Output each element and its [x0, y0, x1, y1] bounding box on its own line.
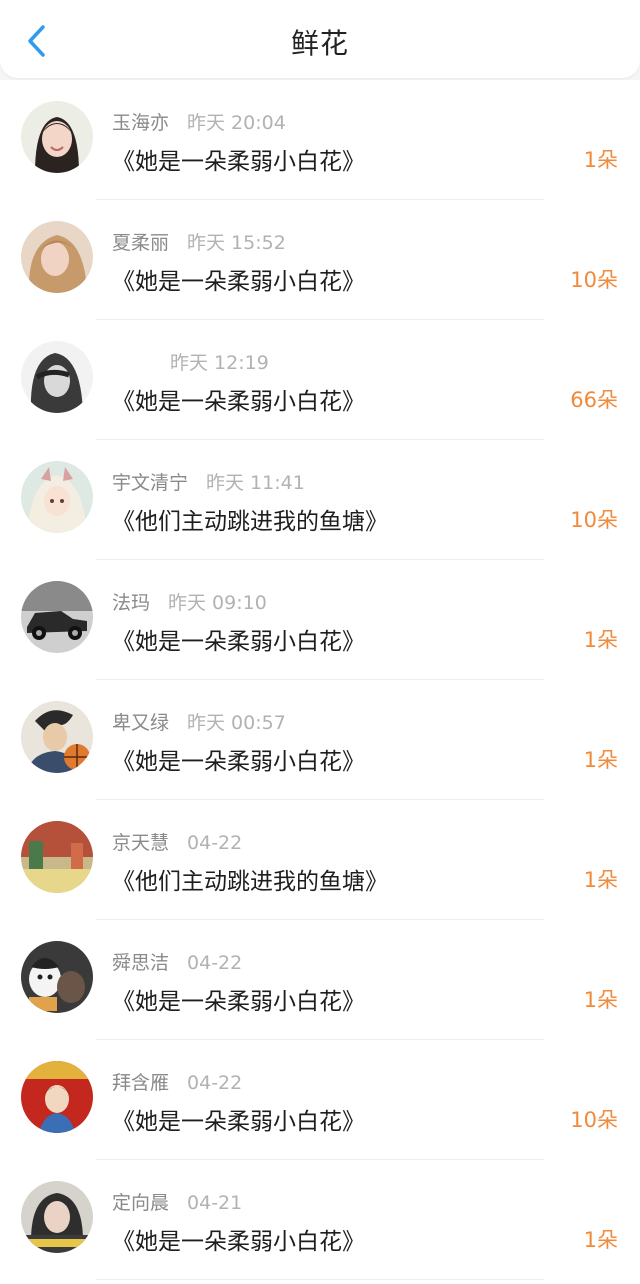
flower-count: 1朵	[583, 148, 618, 172]
sender-name: 拜含雁	[112, 1072, 170, 1094]
sender-meta: 京天慧 04-22	[112, 828, 242, 855]
flower-count: 1朵	[583, 868, 618, 892]
list-item[interactable]: 京天慧 04-22 《他们主动跳进我的鱼塘》 1朵	[0, 800, 640, 920]
divider	[96, 1279, 544, 1280]
sender-meta: 夏柔丽 昨天 15:52	[112, 228, 286, 255]
flower-count: 1朵	[583, 748, 618, 772]
list-item[interactable]: 玉海亦 昨天 20:04 《她是一朵柔弱小白花》 1朵	[0, 80, 640, 200]
flower-count: 66朵	[570, 388, 618, 412]
flower-count: 10朵	[570, 268, 618, 292]
avatar[interactable]	[21, 101, 93, 173]
list-item[interactable]: 拜含雁 04-22 《她是一朵柔弱小白花》 10朵	[0, 1040, 640, 1160]
sender-name: 玉海亦	[112, 112, 170, 134]
sender-meta: 定向晨 04-21	[112, 1188, 242, 1215]
list-item[interactable]: 宇文清宁 昨天 11:41 《他们主动跳进我的鱼塘》 10朵	[0, 440, 640, 560]
avatar[interactable]	[21, 341, 93, 413]
sender-meta: 宇文清宁 昨天 11:41	[112, 468, 305, 495]
book-title[interactable]: 《他们主动跳进我的鱼塘》	[112, 502, 388, 536]
avatar[interactable]	[21, 1181, 93, 1253]
send-time: 04-21	[187, 1192, 243, 1214]
sender-meta: 法玛 昨天 09:10	[112, 588, 267, 615]
book-title[interactable]: 《她是一朵柔弱小白花》	[112, 622, 365, 656]
book-title[interactable]: 《她是一朵柔弱小白花》	[112, 982, 365, 1016]
sender-name: 定向晨	[112, 1192, 170, 1214]
list-item[interactable]: 卑又绿 昨天 00:57 《她是一朵柔弱小白花》 1朵	[0, 680, 640, 800]
book-title[interactable]: 《她是一朵柔弱小白花》	[112, 1102, 365, 1136]
avatar[interactable]	[21, 821, 93, 893]
avatar[interactable]	[21, 1061, 93, 1133]
flower-count: 1朵	[583, 988, 618, 1012]
list-item[interactable]: 昨天 12:19 《她是一朵柔弱小白花》 66朵	[0, 320, 640, 440]
send-time: 昨天 11:41	[206, 472, 305, 494]
flower-count: 1朵	[583, 1228, 618, 1252]
sender-meta: 昨天 12:19	[112, 348, 269, 375]
sender-meta: 舜思洁 04-22	[112, 948, 242, 975]
avatar[interactable]	[21, 701, 93, 773]
sender-meta: 卑又绿 昨天 00:57	[112, 708, 286, 735]
sender-name: 京天慧	[112, 832, 170, 854]
sender-meta: 玉海亦 昨天 20:04	[112, 108, 286, 135]
sender-name: 卑又绿	[112, 712, 170, 734]
sender-name: 夏柔丽	[112, 232, 170, 254]
send-time: 昨天 15:52	[187, 232, 286, 254]
send-time: 昨天 20:04	[187, 112, 286, 134]
sender-name: 法玛	[112, 592, 151, 614]
list-item[interactable]: 夏柔丽 昨天 15:52 《她是一朵柔弱小白花》 10朵	[0, 200, 640, 320]
send-time: 04-22	[187, 832, 243, 854]
avatar[interactable]	[21, 221, 93, 293]
sender-name: 宇文清宁	[112, 472, 189, 494]
flower-count: 10朵	[570, 1108, 618, 1132]
book-title[interactable]: 《他们主动跳进我的鱼塘》	[112, 862, 388, 896]
sender-meta: 拜含雁 04-22	[112, 1068, 242, 1095]
avatar[interactable]	[21, 461, 93, 533]
page-title: 鲜花	[290, 27, 349, 60]
top-nav-bar: 鲜花	[0, 0, 640, 78]
list-item[interactable]: 定向晨 04-21 《她是一朵柔弱小白花》 1朵	[0, 1160, 640, 1280]
book-title[interactable]: 《她是一朵柔弱小白花》	[112, 382, 365, 416]
book-title[interactable]: 《她是一朵柔弱小白花》	[112, 1222, 365, 1256]
send-time: 昨天 12:19	[170, 352, 269, 374]
book-title[interactable]: 《她是一朵柔弱小白花》	[112, 262, 365, 296]
flower-list: 玉海亦 昨天 20:04 《她是一朵柔弱小白花》 1朵 夏柔丽 昨天 15:52 《…	[0, 80, 640, 1284]
send-time: 04-22	[187, 1072, 243, 1094]
flower-count: 10朵	[570, 508, 618, 532]
list-item[interactable]: 舜思洁 04-22 《她是一朵柔弱小白花》 1朵	[0, 920, 640, 1040]
book-title[interactable]: 《她是一朵柔弱小白花》	[112, 742, 365, 776]
avatar[interactable]	[21, 581, 93, 653]
send-time: 04-22	[187, 952, 243, 974]
send-time: 昨天 00:57	[187, 712, 286, 734]
flower-count: 1朵	[583, 628, 618, 652]
send-time: 昨天 09:10	[168, 592, 267, 614]
list-item[interactable]: 法玛 昨天 09:10 《她是一朵柔弱小白花》 1朵	[0, 560, 640, 680]
sender-name: 舜思洁	[112, 952, 170, 974]
avatar[interactable]	[21, 941, 93, 1013]
book-title[interactable]: 《她是一朵柔弱小白花》	[112, 142, 365, 176]
